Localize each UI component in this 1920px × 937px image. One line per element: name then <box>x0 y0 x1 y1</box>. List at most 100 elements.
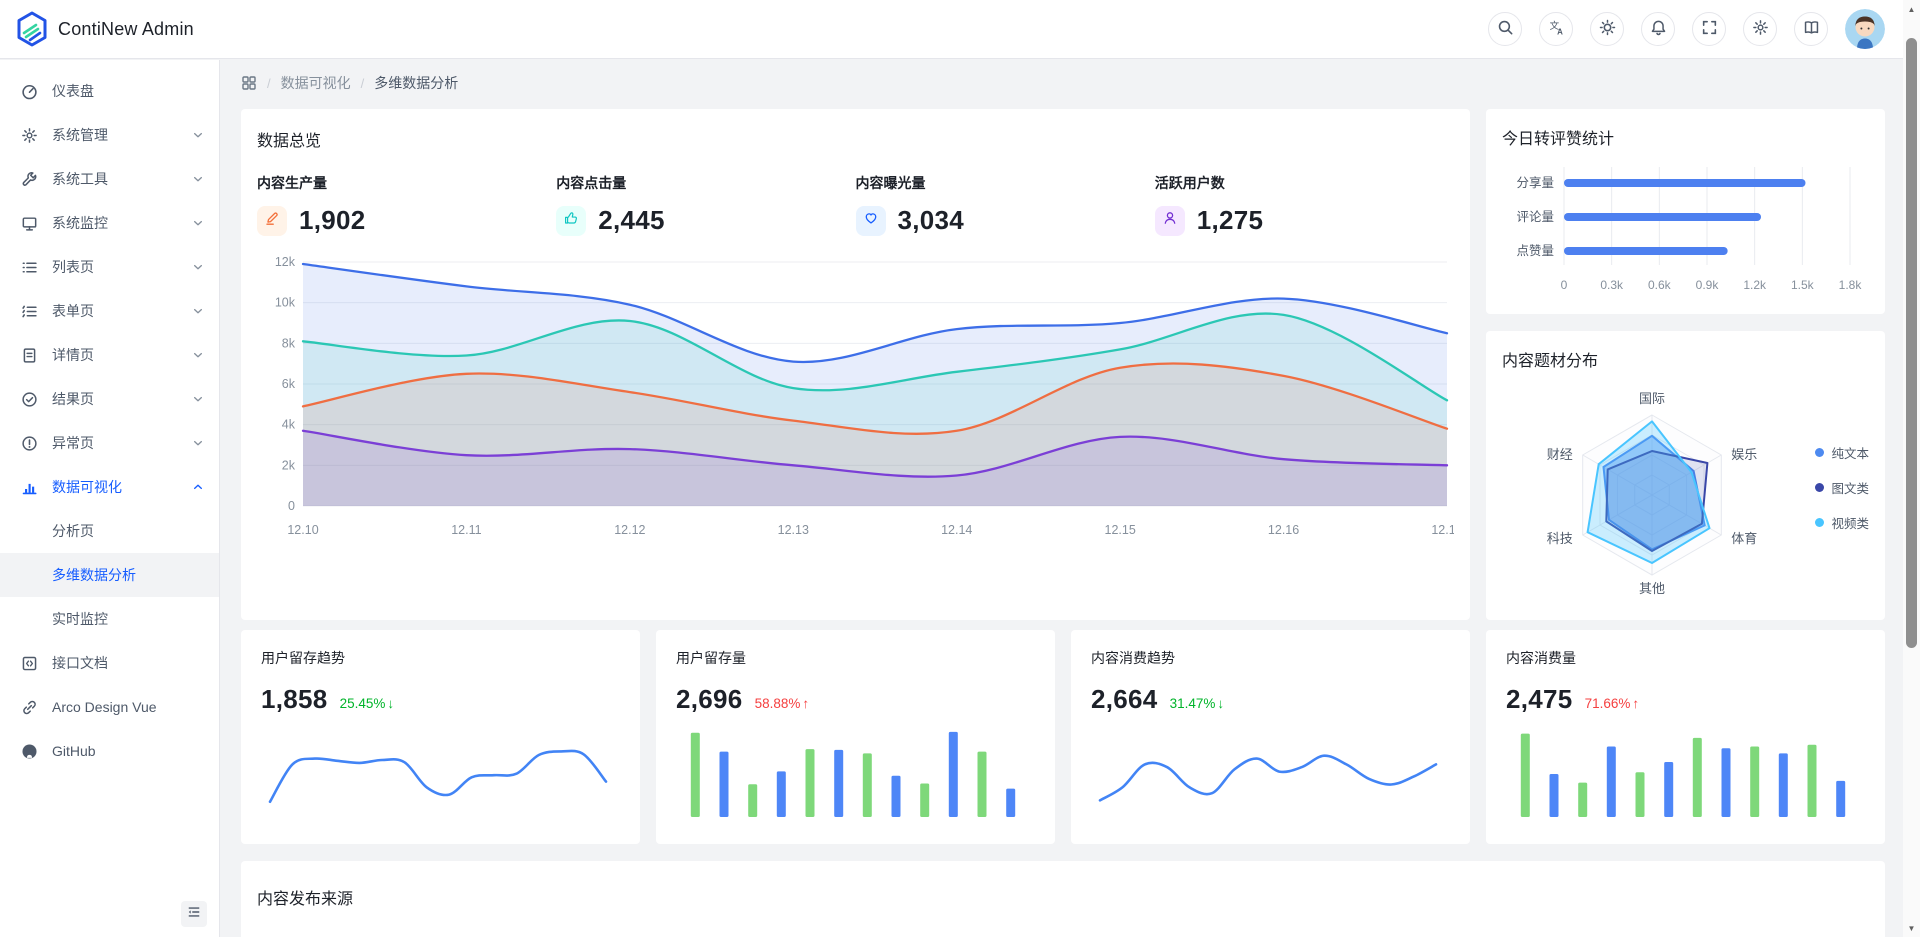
legend-item[interactable]: 纯文本 <box>1815 443 1869 462</box>
sun-icon <box>1599 19 1616 39</box>
menu-fold-icon <box>187 905 201 924</box>
svg-text:1.2k: 1.2k <box>1743 278 1767 292</box>
svg-text:0: 0 <box>288 499 295 513</box>
consumption-trend-card: 内容消费趋势2,66431.47%↓ <box>1071 630 1470 844</box>
sidebar-item-system-management[interactable]: 系统管理 <box>0 113 219 157</box>
wrench-icon <box>21 170 39 188</box>
sidebar-item-dashboard[interactable]: 仪表盘 <box>0 69 219 113</box>
gear-icon <box>21 126 39 144</box>
dashboard-icon <box>21 82 39 100</box>
legend-label: 纯文本 <box>1831 443 1869 462</box>
docs-button[interactable] <box>1794 12 1828 46</box>
arrow-down-icon: ↓ <box>387 696 394 711</box>
arrow-down-icon: ↓ <box>1217 696 1224 711</box>
fullscreen-button[interactable] <box>1692 12 1726 46</box>
sidebar-item-label: 多维数据分析 <box>52 565 205 585</box>
sidebar-item-github[interactable]: GitHub <box>0 729 219 773</box>
sidebar-item-label: 实时监控 <box>52 609 205 629</box>
sidebar-item-exception-pages[interactable]: 异常页 <box>0 421 219 465</box>
stat-label: 内容生产量 <box>257 173 556 193</box>
scrollbar-up-arrow[interactable]: ▲ <box>1903 2 1920 16</box>
monitor-icon <box>21 214 39 232</box>
svg-text:12.10: 12.10 <box>287 523 318 537</box>
translate-icon: 文A <box>1548 19 1565 39</box>
scrollbar-thumb[interactable] <box>1906 38 1917 648</box>
stat-label: 内容点击量 <box>556 173 855 193</box>
legend-item[interactable]: 视频类 <box>1815 513 1869 532</box>
svg-text:科技: 科技 <box>1547 531 1573 546</box>
settings-button[interactable] <box>1743 12 1777 46</box>
sidebar-item-label: 表单页 <box>52 301 191 321</box>
svg-text:12.13: 12.13 <box>778 523 809 537</box>
svg-text:A: A <box>1557 27 1563 36</box>
chevron-down-icon <box>191 128 205 142</box>
overview-stat: 内容曝光量3,034 <box>856 173 1155 236</box>
data-overview-card: 数据总览 内容生产量1,902内容点击量2,445内容曝光量3,034活跃用户数… <box>241 109 1470 620</box>
retention-trend-card: 用户留存趋势1,85825.45%↓ <box>241 630 640 844</box>
mini-card-delta: 58.88%↑ <box>755 696 810 711</box>
list-icon <box>21 258 39 276</box>
mini-card-delta: 25.45%↓ <box>340 696 395 711</box>
sidebar-item-system-tools[interactable]: 系统工具 <box>0 157 219 201</box>
svg-text:0.6k: 0.6k <box>1648 278 1672 292</box>
chevron-down-icon <box>191 172 205 186</box>
scrollbar-down-arrow[interactable]: ▼ <box>1903 921 1920 935</box>
svg-text:12.12: 12.12 <box>614 523 645 537</box>
theme-button[interactable] <box>1590 12 1624 46</box>
legend-item[interactable]: 图文类 <box>1815 478 1869 497</box>
breadcrumb-current-page: 多维数据分析 <box>374 73 458 93</box>
stat-icon-box <box>257 206 287 236</box>
sidebar-item-result-pages[interactable]: 结果页 <box>0 377 219 421</box>
apps-icon[interactable] <box>241 75 257 91</box>
search-button[interactable] <box>1488 12 1522 46</box>
arrow-up-icon: ↑ <box>1632 696 1639 711</box>
content-sources-card: 内容发布来源 <box>241 861 1885 937</box>
sidebar-item-label: 系统管理 <box>52 125 191 145</box>
app-title: ContiNew Admin <box>58 19 194 40</box>
sidebar-item-label: GitHub <box>52 743 205 759</box>
fullscreen-icon <box>1701 19 1718 39</box>
app-logo[interactable]: ContiNew Admin <box>0 11 194 47</box>
notifications-button[interactable] <box>1641 12 1675 46</box>
sidebar-item-data-visualization[interactable]: 数据可视化 <box>0 465 219 509</box>
sidebar-item-analysis-page[interactable]: 分析页 <box>0 509 219 553</box>
sidebar-item-detail-pages[interactable]: 详情页 <box>0 333 219 377</box>
sidebar-item-form-pages[interactable]: 表单页 <box>0 289 219 333</box>
topics-radar-chart: 国际娱乐体育其他科技财经 <box>1502 373 1869 617</box>
sidebar-item-multi-dimension-analysis[interactable]: 多维数据分析 <box>0 553 219 597</box>
overview-trend-chart: 02k4k6k8k10k12k12.1012.1112.1212.1312.14… <box>257 248 1454 564</box>
logo-icon <box>16 11 48 47</box>
sidebar-item-label: 列表页 <box>52 257 191 277</box>
breadcrumb: / 数据可视化 / 多维数据分析 <box>241 73 1903 93</box>
sidebar-item-label: 分析页 <box>52 521 205 541</box>
svg-text:10k: 10k <box>275 296 296 310</box>
bar-chart-icon <box>21 478 39 496</box>
sidebar-item-label: 结果页 <box>52 389 191 409</box>
sidebar-item-arco-design-vue[interactable]: Arco Design Vue <box>0 685 219 729</box>
legend-label: 图文类 <box>1831 478 1869 497</box>
sidebar-collapse-button[interactable] <box>181 901 207 927</box>
github-icon <box>21 742 39 760</box>
topics-card: 内容题材分布 国际娱乐体育其他科技财经 纯文本图文类视频类 <box>1486 331 1885 620</box>
sidebar-item-api-docs[interactable]: 接口文档 <box>0 641 219 685</box>
overview-stat: 内容生产量1,902 <box>257 173 556 236</box>
mini-card-delta: 71.66%↑ <box>1585 696 1640 711</box>
sidebar-item-realtime-monitor[interactable]: 实时监控 <box>0 597 219 641</box>
chevron-down-icon <box>191 348 205 362</box>
sources-title: 内容发布来源 <box>257 885 1869 909</box>
topics-title: 内容题材分布 <box>1502 347 1869 371</box>
bell-icon <box>1650 19 1667 39</box>
avatar-button[interactable] <box>1845 9 1885 49</box>
warning-circle-icon <box>21 434 39 452</box>
breadcrumb-section[interactable]: 数据可视化 <box>281 73 351 93</box>
stat-label: 内容曝光量 <box>856 173 1155 193</box>
sidebar-item-system-monitor[interactable]: 系统监控 <box>0 201 219 245</box>
translate-button[interactable]: 文A <box>1539 12 1573 46</box>
sidebar-item-list-pages[interactable]: 列表页 <box>0 245 219 289</box>
sidebar-item-label: Arco Design Vue <box>52 699 205 715</box>
consumption-volume-chart <box>1511 725 1869 821</box>
form-icon <box>21 302 39 320</box>
mini-card-value: 2,696 <box>676 684 743 715</box>
svg-text:12.17: 12.17 <box>1431 523 1454 537</box>
svg-text:12.11: 12.11 <box>451 523 481 537</box>
